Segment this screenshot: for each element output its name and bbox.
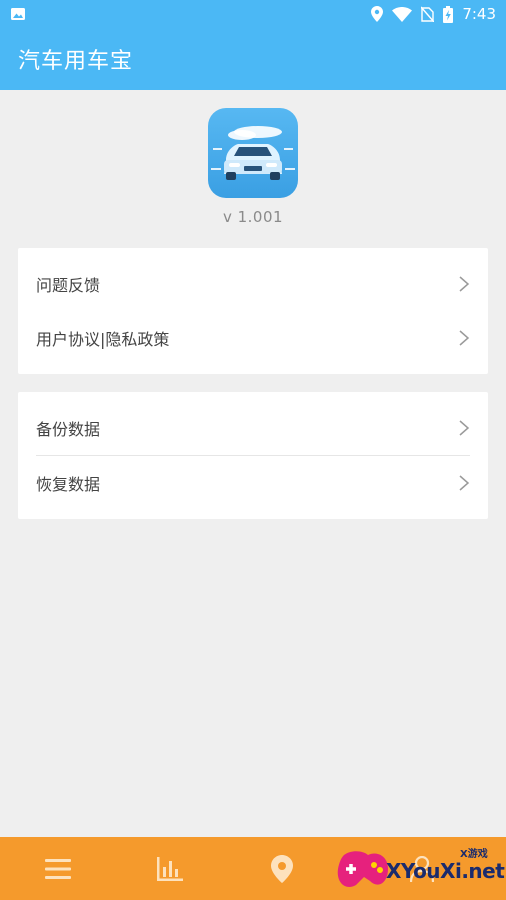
status-bar: 7:43	[0, 0, 506, 28]
menu-icon	[45, 858, 71, 879]
gamepad-logo-icon	[337, 851, 388, 888]
app-bar: 汽车用车宝	[0, 28, 506, 90]
chevron-right-icon	[459, 276, 470, 292]
menu-item-backup-data[interactable]: 备份数据	[36, 401, 470, 455]
battery-charging-icon	[443, 5, 454, 23]
settings-card-data: 备份数据 恢复数据	[18, 392, 488, 519]
menu-item-label: 恢复数据	[36, 475, 101, 494]
status-time: 7:43	[462, 5, 496, 23]
menu-item-label: 用户协议|隐私政策	[36, 330, 170, 349]
menu-item-feedback[interactable]: 问题反馈	[36, 257, 470, 311]
tab-statistics[interactable]	[135, 837, 205, 900]
wifi-icon	[392, 6, 413, 22]
menu-item-label: 备份数据	[36, 420, 101, 439]
tab-map[interactable]	[247, 837, 317, 900]
watermark-small-text: X游戏	[460, 849, 488, 860]
car-logo-icon	[211, 126, 295, 180]
app-version: v 1.001	[222, 208, 284, 226]
settings-card-support: 问题反馈 用户协议|隐私政策	[18, 248, 488, 374]
image-notification-icon	[11, 8, 25, 20]
location-pin-icon	[271, 854, 293, 883]
app-logo	[208, 108, 298, 198]
bar-chart-icon	[157, 856, 183, 881]
status-right: 7:43	[371, 5, 496, 23]
no-sim-icon	[421, 6, 435, 22]
chevron-right-icon	[459, 330, 470, 346]
watermark-text: XYouXi.net	[386, 859, 505, 883]
tab-records[interactable]	[23, 837, 93, 900]
menu-item-restore-data[interactable]: 恢复数据	[36, 456, 470, 510]
chevron-right-icon	[459, 475, 470, 491]
chevron-right-icon	[459, 420, 470, 436]
status-left	[10, 6, 26, 22]
menu-item-label: 问题反馈	[36, 276, 101, 295]
menu-item-user-agreement[interactable]: 用户协议|隐私政策	[36, 311, 470, 365]
location-status-icon	[371, 6, 384, 22]
watermark: X游戏 XYouXi.net	[330, 837, 506, 900]
page-title: 汽车用车宝	[18, 49, 134, 74]
